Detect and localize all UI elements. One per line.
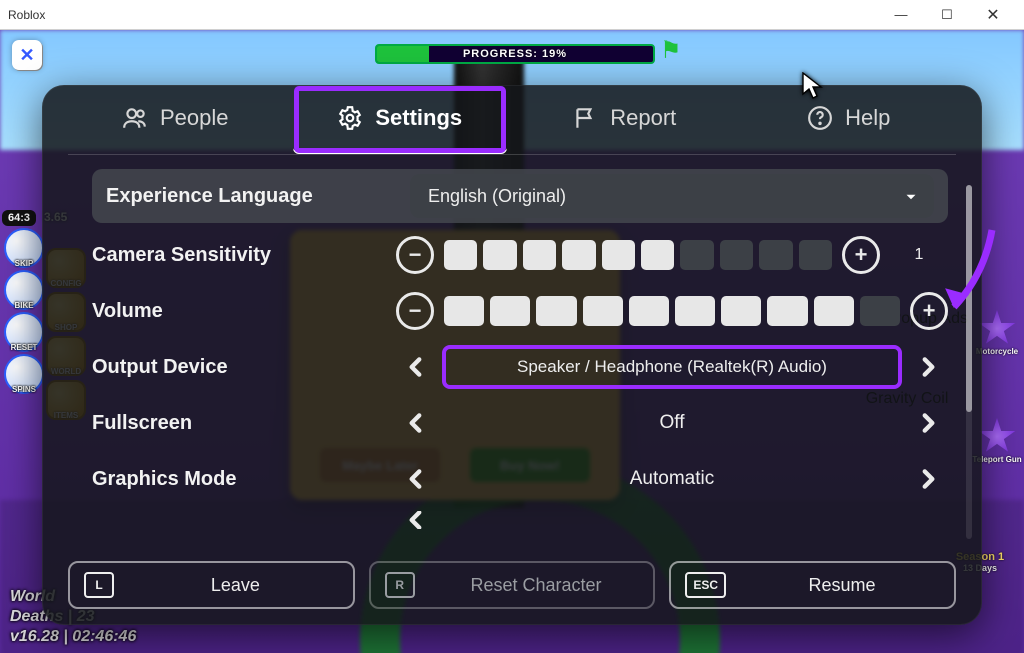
- progress-label: PROGRESS: 19%: [377, 46, 653, 62]
- volume-increase-button[interactable]: +: [910, 292, 948, 330]
- camera-sensitivity-slider[interactable]: [444, 240, 832, 270]
- output-device-value[interactable]: Speaker / Headphone (Realtek(R) Audio): [446, 349, 898, 385]
- volume-slider[interactable]: [444, 296, 900, 326]
- experience-language-dropdown[interactable]: English (Original): [410, 174, 934, 218]
- graphics-mode-value: Automatic: [446, 468, 898, 490]
- modal-tabs: People Settings Report Help: [68, 85, 956, 155]
- left-hud-column-1: SKIP BIKE RESET SPINS: [4, 228, 44, 394]
- tab-people-label: People: [160, 105, 229, 131]
- camera-sensitivity-value: 1: [890, 238, 948, 272]
- fullscreen-value: Off: [446, 412, 898, 434]
- spins-button[interactable]: SPINS: [4, 354, 44, 394]
- output-device-next-button[interactable]: [908, 347, 948, 387]
- window-titlebar: Roblox — ☐ ✕: [0, 0, 1024, 30]
- chevron-down-icon: [902, 188, 920, 211]
- row-graphics-mode: Graphics Mode Automatic: [92, 455, 948, 503]
- flag-icon: [572, 105, 598, 131]
- leave-keyhint: L: [84, 572, 114, 598]
- overflow-prev-icon: [396, 511, 436, 529]
- row-fullscreen: Fullscreen Off: [92, 399, 948, 447]
- resume-label: Resume: [744, 575, 940, 596]
- experience-language-value: English (Original): [428, 186, 566, 207]
- hud-version-time: v16.28 | 02:46:46: [10, 627, 136, 647]
- tab-settings[interactable]: Settings: [293, 85, 508, 154]
- leave-label: Leave: [132, 575, 339, 596]
- camera-sensitivity-decrease-button[interactable]: −: [396, 236, 434, 274]
- camera-sensitivity-increase-button[interactable]: +: [842, 236, 880, 274]
- close-menu-button[interactable]: ✕: [12, 40, 42, 70]
- tab-help-label: Help: [845, 105, 890, 131]
- row-volume: Volume − +: [92, 287, 948, 335]
- resume-button[interactable]: ESC Resume: [669, 561, 956, 609]
- fullscreen-next-button[interactable]: [908, 403, 948, 443]
- star-icon: [978, 310, 1016, 347]
- fullscreen-label: Fullscreen: [92, 412, 382, 435]
- window-close-button[interactable]: ✕: [970, 1, 1016, 29]
- settings-scrollbar[interactable]: [966, 185, 972, 539]
- volume-decrease-button[interactable]: −: [396, 292, 434, 330]
- graphics-mode-prev-button[interactable]: [396, 459, 436, 499]
- row-overflow-peek: [92, 511, 948, 529]
- tab-settings-label: Settings: [375, 105, 462, 131]
- reset-button[interactable]: RESET: [4, 312, 44, 352]
- help-icon: [807, 105, 833, 131]
- fullscreen-prev-button[interactable]: [396, 403, 436, 443]
- people-icon: [122, 105, 148, 131]
- bike-button[interactable]: BIKE: [4, 270, 44, 310]
- output-device-prev-button[interactable]: [396, 347, 436, 387]
- scrollbar-thumb[interactable]: [966, 185, 972, 412]
- graphics-mode-next-button[interactable]: [908, 459, 948, 499]
- tab-people[interactable]: People: [68, 85, 283, 154]
- reset-character-button[interactable]: R Reset Character: [369, 561, 656, 609]
- camera-sensitivity-label: Camera Sensitivity: [92, 244, 382, 267]
- gear-icon: [337, 105, 363, 131]
- reset-keyhint: R: [385, 572, 415, 598]
- star-icon: [978, 418, 1016, 455]
- experience-language-label: Experience Language: [106, 185, 396, 208]
- window-maximize-button[interactable]: ☐: [924, 1, 970, 29]
- tab-report[interactable]: Report: [517, 85, 732, 154]
- reset-character-label: Reset Character: [433, 575, 640, 596]
- leave-button[interactable]: L Leave: [68, 561, 355, 609]
- progress-bar: PROGRESS: 19%: [375, 44, 655, 64]
- skip-button[interactable]: SKIP: [4, 228, 44, 268]
- row-experience-language: Experience Language English (Original): [92, 169, 948, 223]
- modal-bottom-bar: L Leave R Reset Character ESC Resume: [68, 561, 956, 609]
- progress-flag-icon: ⚑: [660, 36, 682, 65]
- tab-report-label: Report: [610, 105, 676, 131]
- window-minimize-button[interactable]: —: [878, 1, 924, 29]
- tab-help[interactable]: Help: [742, 85, 957, 154]
- window-title: Roblox: [8, 8, 45, 22]
- timer-chip: 64:3: [2, 210, 36, 226]
- graphics-mode-label: Graphics Mode: [92, 468, 382, 491]
- settings-rows: Experience Language English (Original) C…: [68, 155, 956, 529]
- settings-modal: People Settings Report Help Experience L…: [42, 85, 982, 625]
- resume-keyhint: ESC: [685, 572, 726, 598]
- row-output-device: Output Device Speaker / Headphone (Realt…: [92, 343, 948, 391]
- output-device-label: Output Device: [92, 356, 382, 379]
- volume-label: Volume: [92, 300, 382, 323]
- row-camera-sensitivity: Camera Sensitivity − + 1: [92, 231, 948, 279]
- game-viewport: Maybe Later Buy Now! ✕ PROGRESS: 19% ⚑ 6…: [0, 30, 1024, 653]
